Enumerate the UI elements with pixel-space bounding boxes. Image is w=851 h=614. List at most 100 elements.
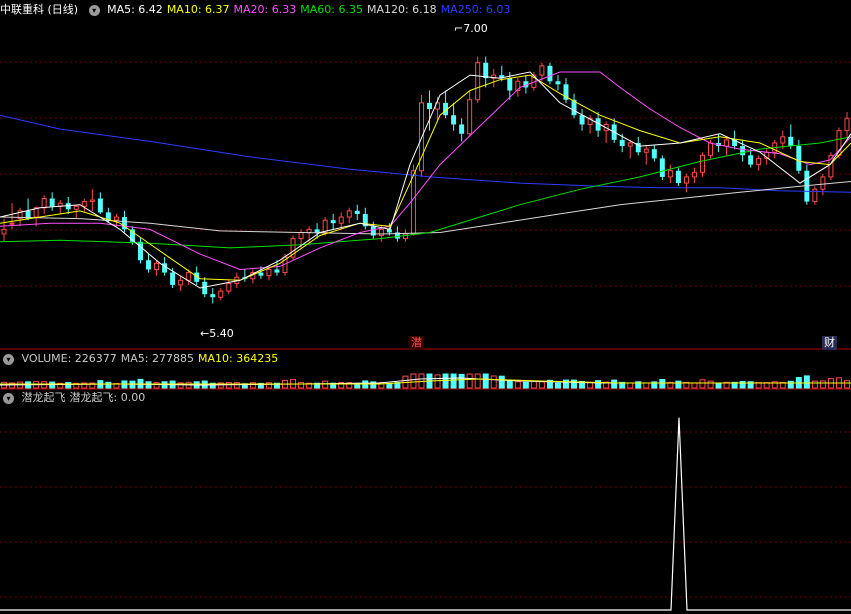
volume-bar: [819, 380, 826, 389]
candle: [667, 164, 673, 184]
candle-body: [314, 229, 320, 233]
ma60-line: [0, 136, 851, 249]
candle: [515, 78, 521, 97]
candle-body: [97, 198, 103, 213]
candle: [651, 144, 657, 162]
candle-body: [41, 198, 47, 209]
candle: [113, 213, 119, 227]
marker-cai[interactable]: 财: [822, 336, 837, 350]
volume-bar: [490, 375, 497, 389]
candle-body: [266, 268, 272, 277]
volume-bar: [811, 380, 818, 389]
volume-bar: [675, 380, 682, 389]
candle: [97, 192, 103, 214]
candle: [643, 146, 649, 165]
candle: [418, 95, 424, 177]
candle-body: [459, 124, 465, 134]
high-price-label: ⌐7.00: [454, 22, 488, 35]
candle: [250, 269, 256, 284]
volume-bar: [105, 381, 112, 389]
signal-chart[interactable]: [0, 390, 851, 614]
volume-bar: [410, 373, 417, 389]
candle-body: [274, 269, 280, 273]
volume-bar: [233, 382, 240, 389]
candle-body: [330, 220, 336, 224]
volume-bar: [554, 382, 561, 389]
candle-body: [467, 99, 473, 135]
volume-bar: [739, 381, 746, 389]
candle-body: [113, 216, 119, 221]
candle: [675, 167, 681, 187]
volume-bar: [643, 382, 650, 389]
candle-body: [796, 146, 802, 171]
candle: [659, 155, 665, 180]
candle-body: [788, 136, 794, 147]
candle-body: [547, 65, 553, 82]
candle: [81, 198, 87, 213]
candle: [330, 213, 336, 230]
volume-bar: [145, 381, 152, 389]
volume-bar: [450, 373, 457, 389]
candle: [354, 204, 360, 221]
volume-bar: [506, 379, 513, 389]
candle-body: [170, 272, 176, 285]
candle-body: [740, 146, 746, 156]
high-price-arrow-icon: ⌐: [454, 22, 464, 35]
candle-body: [154, 262, 160, 270]
volume-bar: [442, 373, 449, 389]
candle: [138, 237, 143, 264]
volume-bar: [434, 374, 441, 389]
candle: [603, 121, 609, 143]
marker-qian[interactable]: 潜: [409, 336, 424, 350]
volume-bar: [386, 382, 393, 389]
volume-bar: [322, 380, 329, 389]
volume-bar: [843, 380, 850, 389]
price-chart[interactable]: [0, 0, 851, 350]
candle: [25, 198, 31, 221]
candle-body: [539, 65, 545, 76]
candle: [483, 56, 489, 88]
candle-body: [659, 158, 665, 177]
volume-bar: [514, 381, 521, 389]
candle-body: [780, 136, 786, 144]
candle-body: [218, 290, 224, 298]
candle: [146, 254, 152, 273]
candle: [579, 109, 585, 131]
ma5-line: [0, 71, 851, 289]
candle-body: [49, 198, 55, 207]
candle: [627, 139, 633, 159]
candle-body: [81, 201, 87, 207]
volume-bar: [65, 381, 72, 389]
candle-body: [748, 155, 754, 165]
candle-body: [579, 115, 585, 125]
candle: [178, 275, 184, 292]
candle: [748, 149, 754, 168]
ma10-line: [0, 74, 851, 281]
candle-body: [651, 149, 657, 159]
candle: [346, 207, 352, 224]
candle: [691, 167, 697, 184]
candle-body: [427, 102, 433, 110]
candle-body: [683, 176, 689, 184]
candle-body: [691, 171, 697, 178]
candle: [683, 173, 689, 193]
low-price-label: ←5.40: [200, 327, 234, 340]
candle: [362, 207, 368, 230]
volume-bar: [659, 378, 666, 389]
volume-bar: [707, 380, 714, 389]
volume-chart[interactable]: [0, 350, 851, 390]
candle-body: [667, 170, 673, 178]
candle-body: [451, 115, 457, 125]
volume-bar: [699, 379, 706, 389]
volume-bar: [522, 381, 529, 389]
volume-bar: [538, 381, 545, 389]
candle: [154, 260, 160, 276]
candle: [290, 235, 296, 261]
candle-body: [202, 281, 208, 295]
candle: [242, 269, 248, 282]
volume-bar: [458, 373, 465, 389]
candle-body: [675, 170, 681, 184]
volume-bar: [627, 382, 634, 389]
volume-bar: [298, 381, 305, 389]
candle-body: [699, 154, 705, 173]
